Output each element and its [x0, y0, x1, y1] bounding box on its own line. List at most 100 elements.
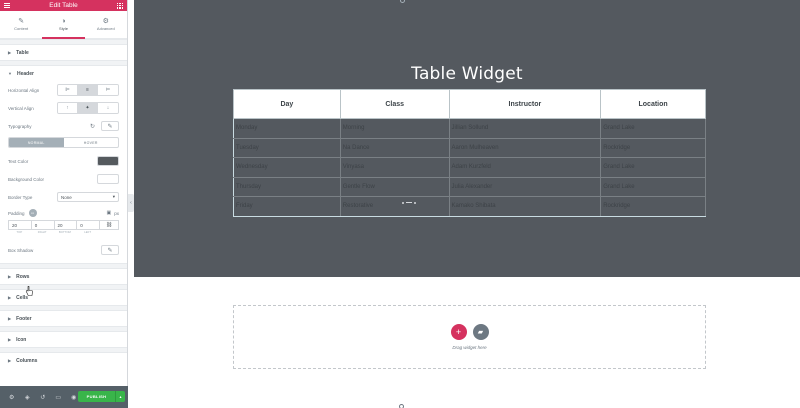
section-cells[interactable]: ▶ Cells [0, 290, 127, 305]
table-cell: Julia Alexander [448, 176, 602, 197]
align-center-icon[interactable]: ≡ [78, 85, 98, 95]
publish-label: PUBLISH [86, 394, 107, 399]
padding-right-label: Right [37, 230, 47, 234]
padding-bottom-input[interactable]: 20 [53, 220, 77, 230]
table-cell: Monday [233, 118, 341, 139]
edit-box-shadow-icon[interactable]: ✎ [101, 245, 119, 255]
section-footer[interactable]: ▶ Footer [0, 311, 127, 326]
widget-title: Table Widget [411, 64, 523, 84]
section-rows[interactable]: ▶ Rows [0, 269, 127, 284]
add-section-button[interactable]: + [450, 324, 467, 340]
state-tabs: NORMAL HOVER [8, 137, 119, 148]
chevron-up-icon[interactable]: ▴ [115, 391, 125, 402]
section-header[interactable]: ▼ Header [0, 66, 127, 81]
align-top-icon[interactable]: ↑ [58, 103, 78, 113]
caret-right-icon: ▶ [8, 274, 12, 279]
gear-icon: ⚙ [102, 18, 109, 25]
background-color-swatch[interactable] [97, 174, 119, 184]
hand-cursor-icon [25, 286, 33, 296]
table-cell: Jillian Sollund [448, 118, 602, 139]
section-icon-label: Icon [16, 336, 27, 343]
pencil-icon: ✎ [18, 18, 25, 25]
responsive-mode-icon[interactable]: ▭ [51, 394, 67, 401]
align-middle-icon[interactable]: ✦ [78, 103, 98, 113]
template-library-button[interactable]: ▰ [472, 324, 489, 340]
horizontal-align-label: Horizontal Align [8, 87, 40, 93]
history-icon[interactable]: ↺ [35, 394, 51, 401]
typography-control: Typography ↻ ✎ [0, 117, 127, 135]
table-cell: Aaron Mulheaven [448, 137, 602, 158]
border-type-label: Border Type [8, 194, 33, 200]
section-table[interactable]: ▶ Table [0, 45, 127, 60]
resize-handle-icon[interactable] [402, 201, 416, 204]
padding-right-input[interactable]: 0 [30, 220, 54, 230]
table-row: Tuesday Na Dance Aaron Mulheaven Rockrid… [233, 137, 706, 158]
text-color-control: Text Color [0, 152, 127, 170]
widgets-grid-icon[interactable] [117, 2, 123, 9]
table-section[interactable]: Table Widget Day Class Instructor Locati… [134, 0, 800, 277]
tab-normal[interactable]: NORMAL [9, 138, 64, 147]
section-handle-icon [400, 0, 405, 3]
tab-hover[interactable]: HOVER [64, 138, 119, 147]
menu-icon[interactable] [4, 3, 10, 8]
tab-style-label: Style [59, 26, 68, 31]
section-columns[interactable]: ▶ Columns [0, 353, 127, 368]
vertical-align-label: Vertical Align [8, 105, 34, 111]
vertical-align-control: Vertical Align ↑ ✦ ↓ [0, 99, 127, 117]
section-columns-label: Columns [16, 357, 38, 364]
table-header-cell: Location [600, 89, 706, 119]
text-color-swatch[interactable] [97, 156, 119, 166]
horizontal-align-buttons: ⊫ ≡ ⊨ [57, 84, 119, 96]
table-cell: Vinyasa [339, 157, 450, 178]
empty-drop-zone[interactable]: + ▰ Drag widget here [233, 305, 706, 369]
navigator-icon[interactable]: ◈ [20, 394, 36, 401]
table-cell: Grand Lake [600, 176, 706, 197]
tab-content[interactable]: ✎ Content [0, 11, 42, 38]
section-header-label: Header [16, 70, 34, 77]
chevron-left-icon: ‹ [130, 200, 132, 206]
table-cell: Kamako Shibata [448, 196, 602, 217]
align-left-icon[interactable]: ⊫ [58, 85, 78, 95]
padding-top-input[interactable]: 20 [8, 220, 31, 230]
section-footer-label: Footer [16, 315, 32, 322]
table-cell: Grand Lake [600, 157, 706, 178]
caret-right-icon: ▶ [8, 358, 12, 363]
table-cell: Restorative [339, 196, 450, 217]
panel-tabs: ✎ Content ◑ Style ⚙ Advanced [0, 11, 127, 39]
section-icon[interactable]: ▶ Icon [0, 332, 127, 347]
link-values-icon[interactable]: ⛓ [99, 220, 119, 230]
border-type-select[interactable]: None ▾ [57, 192, 119, 202]
padding-inputs: 20 0 20 0 ⛓ [0, 220, 127, 230]
table-header-cell: Instructor [448, 89, 602, 119]
padding-top-label: Top [16, 230, 23, 234]
drop-hint: Drag widget here [452, 345, 487, 350]
padding-bottom-label: Bottom [58, 230, 71, 234]
padding-left-input[interactable]: 0 [76, 220, 99, 230]
text-color-label: Text Color [8, 158, 29, 164]
table-cell: Rockridge [600, 196, 706, 217]
align-bottom-icon[interactable]: ↓ [98, 103, 118, 113]
table-cell: Rockridge [600, 137, 706, 158]
tab-advanced[interactable]: ⚙ Advanced [85, 11, 127, 38]
border-type-control: Border Type None ▾ [0, 188, 127, 206]
tab-style[interactable]: ◑ Style [42, 11, 85, 39]
data-table[interactable]: Day Class Instructor Location Monday Mor… [233, 89, 706, 217]
align-right-icon[interactable]: ⊨ [98, 85, 118, 95]
edit-typography-icon[interactable]: ✎ [101, 121, 119, 131]
table-row: Thursday Gentle Flow Julia Alexander Gra… [233, 176, 706, 197]
table-row: Wednesday Vinyasa Adam Kurzfeld Grand La… [233, 157, 706, 178]
padding-unit[interactable]: px [114, 211, 119, 216]
table-header-row: Day Class Instructor Location [233, 89, 706, 119]
publish-button[interactable]: PUBLISH ▴ [78, 391, 125, 402]
settings-icon[interactable]: ⚙ [4, 394, 20, 401]
half-circle-icon: ◑ [61, 18, 66, 25]
horizontal-align-control: Horizontal Align ⊫ ≡ ⊨ [0, 81, 127, 99]
responsive-icon[interactable]: ▭ [28, 209, 37, 217]
reset-icon[interactable]: ↻ [90, 123, 95, 130]
devices-icon[interactable]: ▣ [107, 210, 112, 216]
vertical-align-buttons: ↑ ✦ ↓ [57, 102, 119, 114]
table-cell: Adam Kurzfeld [448, 157, 602, 178]
padding-label: Padding [8, 210, 25, 216]
table-cell: Na Dance [339, 137, 450, 158]
table-cell: Wednesday [233, 157, 341, 178]
